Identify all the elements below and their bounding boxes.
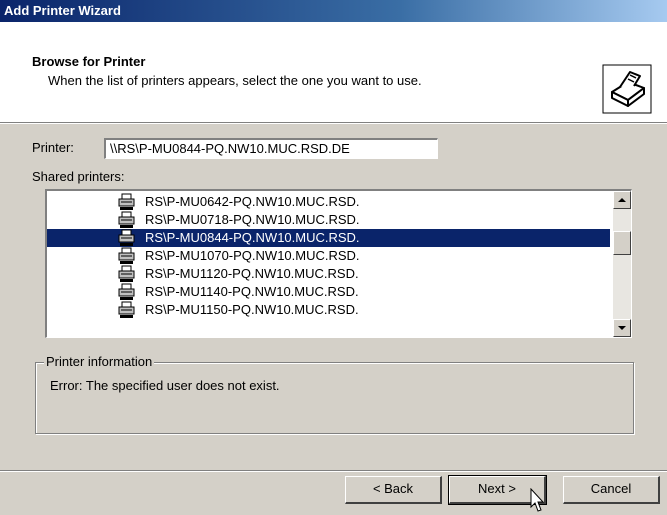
printer-information-text: Error: The specified user does not exist… <box>50 378 280 393</box>
printer-label: Printer: <box>32 140 74 155</box>
network-printer-icon <box>118 265 135 282</box>
button-separator <box>0 470 667 472</box>
list-item[interactable]: RS\P-MU1140-PQ.NW10.MUC.RSD. <box>47 283 610 301</box>
network-printer-icon <box>118 283 135 300</box>
scroll-down-button[interactable] <box>613 319 631 337</box>
cancel-button[interactable]: Cancel <box>563 476 660 504</box>
list-item[interactable]: RS\P-MU1150-PQ.NW10.MUC.RSD. <box>47 301 610 319</box>
network-printer-icon <box>118 211 135 228</box>
mouse-pointer-icon <box>530 488 545 512</box>
list-item[interactable]: RS\P-MU1070-PQ.NW10.MUC.RSD. <box>47 247 610 265</box>
network-printer-icon <box>118 193 135 210</box>
list-item[interactable]: RS\P-MU0718-PQ.NW10.MUC.RSD. <box>47 211 610 229</box>
vertical-scrollbar[interactable] <box>613 191 631 337</box>
scroll-thumb[interactable] <box>613 231 631 255</box>
wizard-header: Browse for Printer When the list of prin… <box>0 22 667 123</box>
arrow-up-icon <box>618 198 626 202</box>
window-title: Add Printer Wizard <box>4 3 121 18</box>
scroll-up-button[interactable] <box>613 191 631 209</box>
arrow-down-icon <box>618 326 626 330</box>
shared-printers-list[interactable]: RS\P-MU0642-PQ.NW10.MUC.RSD. RS\P-MU0718… <box>45 189 632 338</box>
network-printer-icon <box>118 301 135 318</box>
printer-information-legend: Printer information <box>44 354 155 369</box>
title-bar: Add Printer Wizard <box>0 0 667 22</box>
network-printer-icon <box>118 247 135 264</box>
list-item[interactable]: RS\P-MU0642-PQ.NW10.MUC.RSD. <box>47 193 610 211</box>
shared-printers-label: Shared printers: <box>32 169 125 184</box>
list-item[interactable]: RS\P-MU1120-PQ.NW10.MUC.RSD. <box>47 265 610 283</box>
printer-wizard-icon <box>602 64 652 114</box>
printer-path-input[interactable]: \\RS\P-MU0844-PQ.NW10.MUC.RSD.DE <box>104 138 438 159</box>
list-item-selected[interactable]: RS\P-MU0844-PQ.NW10.MUC.RSD. <box>47 229 610 247</box>
network-printer-icon <box>118 229 135 246</box>
printer-information-group <box>35 362 634 434</box>
header-title: Browse for Printer <box>32 54 146 69</box>
back-button[interactable]: < Back <box>345 476 442 504</box>
header-subtitle: When the list of printers appears, selec… <box>48 73 422 88</box>
